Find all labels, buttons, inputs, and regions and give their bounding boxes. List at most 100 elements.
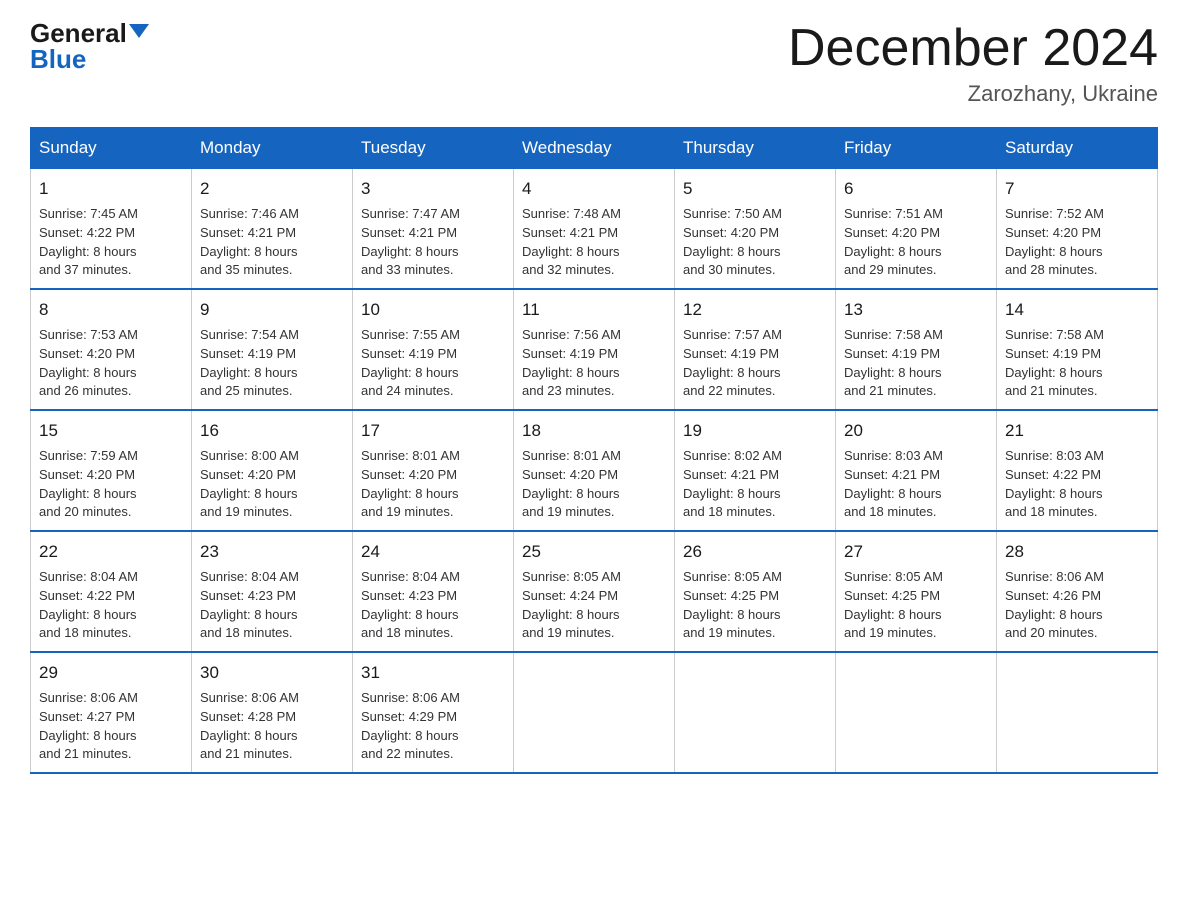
day-info: Sunrise: 7:54 AMSunset: 4:19 PMDaylight:…: [200, 327, 299, 399]
day-number: 26: [683, 540, 827, 565]
calendar-cell: 25 Sunrise: 8:05 AMSunset: 4:24 PMDayligh…: [514, 531, 675, 652]
calendar-cell: 2 Sunrise: 7:46 AMSunset: 4:21 PMDaylight…: [192, 169, 353, 290]
day-number: 30: [200, 661, 344, 686]
day-number: 31: [361, 661, 505, 686]
col-sunday: Sunday: [31, 128, 192, 169]
day-info: Sunrise: 7:52 AMSunset: 4:20 PMDaylight:…: [1005, 206, 1104, 278]
day-number: 6: [844, 177, 988, 202]
day-info: Sunrise: 8:02 AMSunset: 4:21 PMDaylight:…: [683, 448, 782, 520]
title-area: December 2024 Zarozhany, Ukraine: [788, 20, 1158, 107]
day-info: Sunrise: 7:53 AMSunset: 4:20 PMDaylight:…: [39, 327, 138, 399]
col-monday: Monday: [192, 128, 353, 169]
day-info: Sunrise: 8:04 AMSunset: 4:23 PMDaylight:…: [361, 569, 460, 641]
day-info: Sunrise: 7:51 AMSunset: 4:20 PMDaylight:…: [844, 206, 943, 278]
day-info: Sunrise: 8:03 AMSunset: 4:21 PMDaylight:…: [844, 448, 943, 520]
day-info: Sunrise: 8:04 AMSunset: 4:23 PMDaylight:…: [200, 569, 299, 641]
day-number: 1: [39, 177, 183, 202]
day-number: 21: [1005, 419, 1149, 444]
calendar-cell: 18 Sunrise: 8:01 AMSunset: 4:20 PMDayligh…: [514, 410, 675, 531]
day-info: Sunrise: 7:47 AMSunset: 4:21 PMDaylight:…: [361, 206, 460, 278]
day-number: 22: [39, 540, 183, 565]
day-info: Sunrise: 7:59 AMSunset: 4:20 PMDaylight:…: [39, 448, 138, 520]
day-number: 7: [1005, 177, 1149, 202]
page-header: General Blue December 2024 Zarozhany, Uk…: [30, 20, 1158, 107]
day-number: 25: [522, 540, 666, 565]
calendar-cell: 19 Sunrise: 8:02 AMSunset: 4:21 PMDayligh…: [675, 410, 836, 531]
day-number: 14: [1005, 298, 1149, 323]
header-row: Sunday Monday Tuesday Wednesday Thursday…: [31, 128, 1158, 169]
day-info: Sunrise: 8:04 AMSunset: 4:22 PMDaylight:…: [39, 569, 138, 641]
calendar-cell: 10Sunrise: 7:55 AMSunset: 4:19 PMDayligh…: [353, 289, 514, 410]
calendar-cell: 7 Sunrise: 7:52 AMSunset: 4:20 PMDaylight…: [997, 169, 1158, 290]
day-number: 16: [200, 419, 344, 444]
calendar-week-row: 29Sunrise: 8:06 AMSunset: 4:27 PMDayligh…: [31, 652, 1158, 773]
calendar-cell: 9 Sunrise: 7:54 AMSunset: 4:19 PMDaylight…: [192, 289, 353, 410]
calendar-cell: 29Sunrise: 8:06 AMSunset: 4:27 PMDayligh…: [31, 652, 192, 773]
location-text: Zarozhany, Ukraine: [788, 81, 1158, 107]
col-wednesday: Wednesday: [514, 128, 675, 169]
calendar-cell: [514, 652, 675, 773]
day-number: 8: [39, 298, 183, 323]
calendar-cell: 16 Sunrise: 8:00 AMSunset: 4:20 PMDayligh…: [192, 410, 353, 531]
calendar-table: Sunday Monday Tuesday Wednesday Thursday…: [30, 127, 1158, 774]
calendar-week-row: 22 Sunrise: 8:04 AMSunset: 4:22 PMDayligh…: [31, 531, 1158, 652]
day-number: 24: [361, 540, 505, 565]
day-info: Sunrise: 8:06 AMSunset: 4:28 PMDaylight:…: [200, 690, 299, 762]
calendar-week-row: 8 Sunrise: 7:53 AMSunset: 4:20 PMDaylight…: [31, 289, 1158, 410]
calendar-cell: 31Sunrise: 8:06 AMSunset: 4:29 PMDayligh…: [353, 652, 514, 773]
day-info: Sunrise: 7:46 AMSunset: 4:21 PMDaylight:…: [200, 206, 299, 278]
col-thursday: Thursday: [675, 128, 836, 169]
calendar-cell: 23 Sunrise: 8:04 AMSunset: 4:23 PMDayligh…: [192, 531, 353, 652]
calendar-cell: 15 Sunrise: 7:59 AMSunset: 4:20 PMDayligh…: [31, 410, 192, 531]
day-number: 27: [844, 540, 988, 565]
day-info: Sunrise: 7:45 AMSunset: 4:22 PMDaylight:…: [39, 206, 138, 278]
day-info: Sunrise: 8:03 AMSunset: 4:22 PMDaylight:…: [1005, 448, 1104, 520]
day-number: 19: [683, 419, 827, 444]
day-number: 29: [39, 661, 183, 686]
logo-general-text: General: [30, 20, 127, 46]
col-tuesday: Tuesday: [353, 128, 514, 169]
logo-triangle-icon: [129, 24, 149, 38]
calendar-cell: 1 Sunrise: 7:45 AMSunset: 4:22 PMDaylight…: [31, 169, 192, 290]
day-info: Sunrise: 8:05 AMSunset: 4:25 PMDaylight:…: [683, 569, 782, 641]
calendar-header: Sunday Monday Tuesday Wednesday Thursday…: [31, 128, 1158, 169]
day-number: 18: [522, 419, 666, 444]
calendar-cell: 21 Sunrise: 8:03 AMSunset: 4:22 PMDayligh…: [997, 410, 1158, 531]
day-info: Sunrise: 7:56 AMSunset: 4:19 PMDaylight:…: [522, 327, 621, 399]
calendar-cell: 30 Sunrise: 8:06 AMSunset: 4:28 PMDayligh…: [192, 652, 353, 773]
calendar-cell: 26 Sunrise: 8:05 AMSunset: 4:25 PMDayligh…: [675, 531, 836, 652]
calendar-week-row: 15 Sunrise: 7:59 AMSunset: 4:20 PMDayligh…: [31, 410, 1158, 531]
day-info: Sunrise: 8:05 AMSunset: 4:25 PMDaylight:…: [844, 569, 943, 641]
calendar-cell: 17Sunrise: 8:01 AMSunset: 4:20 PMDayligh…: [353, 410, 514, 531]
calendar-body: 1 Sunrise: 7:45 AMSunset: 4:22 PMDaylight…: [31, 169, 1158, 774]
day-number: 23: [200, 540, 344, 565]
calendar-cell: 12 Sunrise: 7:57 AMSunset: 4:19 PMDayligh…: [675, 289, 836, 410]
day-number: 15: [39, 419, 183, 444]
day-number: 20: [844, 419, 988, 444]
calendar-cell: [836, 652, 997, 773]
logo: General Blue: [30, 20, 149, 72]
calendar-cell: [675, 652, 836, 773]
day-info: Sunrise: 8:06 AMSunset: 4:26 PMDaylight:…: [1005, 569, 1104, 641]
day-info: Sunrise: 8:01 AMSunset: 4:20 PMDaylight:…: [522, 448, 621, 520]
day-info: Sunrise: 7:58 AMSunset: 4:19 PMDaylight:…: [844, 327, 943, 399]
col-friday: Friday: [836, 128, 997, 169]
day-number: 2: [200, 177, 344, 202]
calendar-cell: 24 Sunrise: 8:04 AMSunset: 4:23 PMDayligh…: [353, 531, 514, 652]
day-info: Sunrise: 8:05 AMSunset: 4:24 PMDaylight:…: [522, 569, 621, 641]
day-number: 12: [683, 298, 827, 323]
calendar-cell: 11 Sunrise: 7:56 AMSunset: 4:19 PMDayligh…: [514, 289, 675, 410]
day-info: Sunrise: 8:00 AMSunset: 4:20 PMDaylight:…: [200, 448, 299, 520]
day-info: Sunrise: 7:48 AMSunset: 4:21 PMDaylight:…: [522, 206, 621, 278]
day-number: 28: [1005, 540, 1149, 565]
day-number: 5: [683, 177, 827, 202]
day-number: 3: [361, 177, 505, 202]
calendar-cell: 14Sunrise: 7:58 AMSunset: 4:19 PMDayligh…: [997, 289, 1158, 410]
calendar-cell: 3 Sunrise: 7:47 AMSunset: 4:21 PMDaylight…: [353, 169, 514, 290]
day-info: Sunrise: 7:50 AMSunset: 4:20 PMDaylight:…: [683, 206, 782, 278]
calendar-cell: 8 Sunrise: 7:53 AMSunset: 4:20 PMDaylight…: [31, 289, 192, 410]
day-number: 9: [200, 298, 344, 323]
day-info: Sunrise: 7:57 AMSunset: 4:19 PMDaylight:…: [683, 327, 782, 399]
day-number: 11: [522, 298, 666, 323]
day-number: 17: [361, 419, 505, 444]
